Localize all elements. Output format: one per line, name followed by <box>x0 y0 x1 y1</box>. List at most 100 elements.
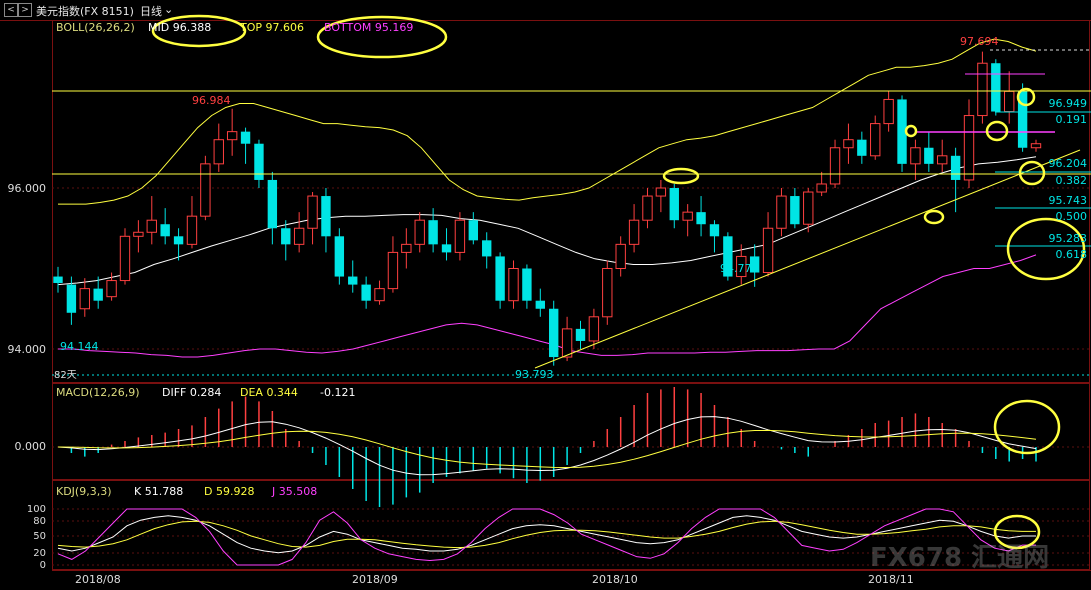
y-tick-kdj-0: 0 <box>40 560 46 571</box>
candle-body-55 <box>790 196 800 225</box>
kdj-legend-j: J 35.508 <box>271 485 317 498</box>
fib-price-0191: 96.949 <box>1049 97 1088 110</box>
x-label-oct: 2018/10 <box>592 573 638 586</box>
candle-body-54 <box>776 195 787 229</box>
candle-body-33 <box>495 256 505 301</box>
candle-body-58 <box>829 147 841 185</box>
candle-body-57 <box>816 183 827 193</box>
highlight-ellipse-8 <box>923 209 945 225</box>
highlight-ellipse-6 <box>985 120 1009 142</box>
candle-body-61 <box>870 123 881 157</box>
candle-body-25 <box>387 251 399 290</box>
candle-body-70 <box>991 63 1001 112</box>
kdj-legend-k: K 51.788 <box>134 485 183 498</box>
candle-body-17 <box>281 228 291 245</box>
candle-body-37 <box>549 308 559 358</box>
highlight-circles <box>151 14 1086 550</box>
candle-body-65 <box>924 147 934 164</box>
candle-body-13 <box>226 131 238 141</box>
candle-body-35 <box>522 268 532 301</box>
stock-chart[interactable]: BOLL(26,26,2) MID 96.388 TOP 97.606 BOTT… <box>0 0 1091 590</box>
candle-body-28 <box>428 220 438 245</box>
fib-ratio-0618: 0.618 <box>1056 248 1088 261</box>
fib-ratio-0191: 0.191 <box>1056 113 1088 126</box>
candle-body-4 <box>106 280 117 298</box>
candle-body-68 <box>963 115 975 181</box>
candle-body-46 <box>669 188 679 221</box>
boll-legend-top: TOP 97.606 <box>239 21 304 34</box>
boll-legend-name: BOLL(26,26,2) <box>56 21 135 34</box>
annotation-low-94144: 94.144 <box>60 340 99 353</box>
candle-body-10 <box>186 215 198 245</box>
highlight-ellipse-2 <box>662 167 700 185</box>
candle-body-18 <box>293 227 305 245</box>
y-tick-main-96: 96.000 <box>8 182 47 195</box>
gridlines <box>52 187 1091 566</box>
fib-price-0382: 96.204 <box>1049 157 1088 170</box>
candle-body-31 <box>468 220 479 241</box>
candle-body-6 <box>133 231 144 237</box>
x-label-nov: 2018/11 <box>868 573 914 586</box>
candle-body-71 <box>1004 90 1015 113</box>
candle-body-38 <box>561 328 573 358</box>
macd-legend-name: MACD(12,26,9) <box>56 386 140 399</box>
y-tick-kdj-20: 20 <box>33 548 46 559</box>
candle-body-9 <box>173 236 184 245</box>
y-tick-macd-0: 0.000 <box>15 440 47 453</box>
candle-body-43 <box>628 219 640 245</box>
candle-body-67 <box>950 155 961 180</box>
candle-body-64 <box>910 147 921 165</box>
candle-body-30 <box>454 219 466 253</box>
macd-legend-diff: DIFF 0.284 <box>162 386 221 399</box>
candle-body-12 <box>213 139 224 165</box>
candle-body-7 <box>146 219 157 233</box>
candle-body-53 <box>762 227 774 274</box>
fib-ratio-0500: 0.500 <box>1056 210 1088 223</box>
annotation-days: 82天 <box>54 370 77 381</box>
fib-price-0618: 95.283 <box>1049 232 1088 245</box>
candle-body-34 <box>508 268 519 302</box>
candle-body-19 <box>307 195 318 229</box>
highlight-ellipse-9 <box>993 399 1061 455</box>
candle-body-40 <box>588 316 600 342</box>
candle-body-60 <box>857 139 867 156</box>
x-label-sep: 2018/09 <box>352 573 398 586</box>
candle-body-32 <box>482 240 492 257</box>
boll-legend-bottom: BOTTOM 95.169 <box>324 21 413 34</box>
y-tick-main-94: 94.000 <box>8 343 47 356</box>
candle-body-27 <box>414 219 425 245</box>
annotation-low-93793: 93.793 <box>515 368 554 381</box>
candle-body-8 <box>160 224 170 237</box>
y-tick-kdj-50: 50 <box>33 531 46 542</box>
candle-body-48 <box>696 212 706 225</box>
y-tick-kdj-100: 100 <box>27 504 46 515</box>
candle-body-16 <box>267 179 278 229</box>
candle-body-26 <box>401 243 412 253</box>
candle-body-47 <box>682 211 693 221</box>
candle-body-49 <box>709 224 720 237</box>
macd-legend-value: -0.121 <box>320 386 355 399</box>
candle-body-11 <box>200 163 211 217</box>
candle-body-20 <box>321 196 331 237</box>
candle-body-66 <box>937 155 948 165</box>
candle-body-23 <box>361 284 371 301</box>
annotation-low-94772: 94.772 <box>720 262 759 275</box>
boll-legend-mid: MID 96.388 <box>148 21 211 34</box>
candle-body-69 <box>977 62 988 117</box>
boll-line-2 <box>58 254 1037 358</box>
highlight-ellipse-5 <box>904 124 918 138</box>
candle-body-73 <box>1030 143 1042 149</box>
candle-body-39 <box>575 328 586 341</box>
candle-body-62 <box>883 98 894 125</box>
candle-body-41 <box>602 268 613 318</box>
candle-body-15 <box>254 143 264 180</box>
candle-body-42 <box>615 243 626 270</box>
macd-legend-dea: DEA 0.344 <box>240 386 298 399</box>
candle-body-29 <box>441 244 452 253</box>
x-label-aug: 2018/08 <box>75 573 121 586</box>
candle-body-24 <box>374 288 385 302</box>
candle-body-0 <box>53 276 63 283</box>
candle-body-36 <box>535 300 545 309</box>
candle-body-56 <box>803 191 814 225</box>
candle-body-3 <box>93 288 103 301</box>
